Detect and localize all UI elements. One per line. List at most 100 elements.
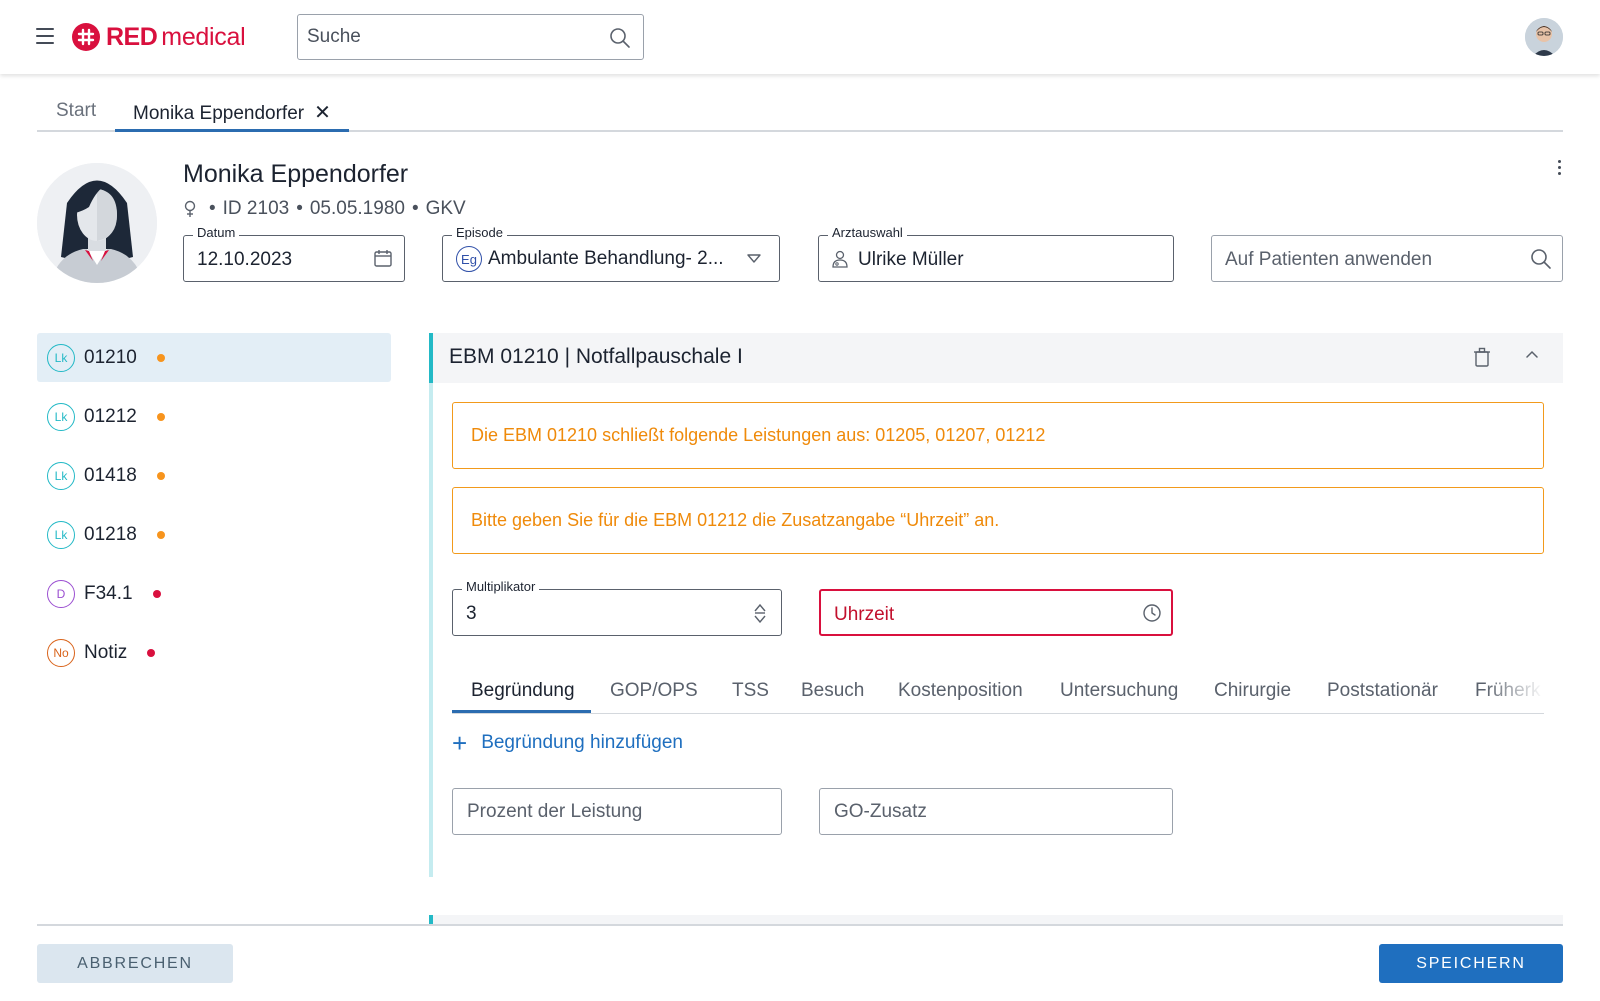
patient-meta: • ID 2103 • 05.05.1980 • GKV (183, 198, 466, 220)
service-badge: Lk (47, 343, 75, 372)
date-field-label: Datum (193, 225, 240, 240)
service-badge: Lk (47, 461, 75, 490)
warning-alert: Die EBM 01210 schließt folgende Leistung… (452, 402, 1544, 469)
cancel-button[interactable]: ABBRECHEN (37, 944, 233, 983)
patient-avatar (37, 163, 157, 283)
episode-label: Episode (452, 225, 507, 240)
calendar-icon[interactable] (373, 248, 393, 268)
service-code: 01210 (84, 346, 137, 368)
panel-header[interactable]: EBM 01210 | Notfallpauschale I (433, 333, 1563, 383)
trash-icon[interactable] (1473, 347, 1491, 367)
search-icon[interactable] (1530, 248, 1552, 270)
tab-tss[interactable]: TSS (732, 680, 769, 702)
tab-besuch[interactable]: Besuch (801, 680, 864, 702)
episode-value-wrap: Eg Ambulante Behandlung- 2... (456, 246, 724, 272)
more-options-icon[interactable] (1556, 160, 1562, 180)
multiplier-label: Multiplikator (462, 579, 540, 594)
episode-select[interactable]: Episode Eg Ambulante Behandlung- 2... (442, 225, 780, 282)
panel-title: EBM 01210 | Notfallpauschale I (449, 345, 743, 368)
detail-tabs: Begründung GOP/OPS TSS Besuch Kostenposi… (452, 676, 1544, 714)
tab-kostenposition[interactable]: Kostenposition (898, 680, 1023, 702)
tab-untersuchung[interactable]: Untersuchung (1060, 680, 1178, 702)
date-field[interactable]: Datum 12.10.2023 (183, 225, 405, 282)
close-icon[interactable]: ✕ (314, 100, 331, 125)
time-field[interactable]: Uhrzeit (819, 589, 1173, 636)
hamburger-menu-icon[interactable] (36, 28, 54, 44)
diagnosis-badge: D (47, 579, 75, 608)
service-badge: Lk (47, 402, 75, 431)
logo-mark-icon (72, 23, 100, 51)
tab-gop-ops[interactable]: GOP/OPS (610, 680, 698, 702)
global-search (297, 14, 644, 60)
patient-id: ID 2103 (222, 198, 290, 219)
tab-patient-label: Monika Eppendorfer (133, 103, 305, 124)
logo-text-light: medical (161, 22, 246, 51)
tab-chirurgie[interactable]: Chirurgie (1214, 680, 1291, 702)
save-button[interactable]: SPEICHERN (1379, 944, 1563, 983)
tab-poststationaer[interactable]: Poststationär (1327, 680, 1438, 702)
list-item[interactable]: Lk 01210 (37, 333, 391, 382)
go-zusatz-field[interactable] (819, 788, 1173, 835)
multiplier-stepper[interactable]: Multiplikator 3 (452, 579, 782, 636)
logo[interactable]: RED medical (72, 22, 246, 52)
top-bar: RED medical (0, 0, 1600, 74)
status-dot (156, 471, 165, 480)
apply-to-patient-placeholder: Auf Patienten anwenden (1225, 249, 1433, 270)
doctor-select[interactable]: Arztauswahl Ulrike Müller (818, 225, 1174, 282)
apply-to-patient-field[interactable]: Auf Patienten anwenden (1211, 235, 1563, 282)
date-value: 12.10.2023 (197, 249, 293, 270)
service-code: 01212 (84, 405, 137, 427)
chevron-down-icon[interactable] (747, 254, 761, 264)
service-code: 01218 (84, 523, 137, 545)
list-item[interactable]: Lk 01418 (37, 451, 391, 500)
patient-insurance: GKV (425, 198, 466, 219)
plus-icon: + (452, 728, 468, 758)
tab-begruendung[interactable]: Begründung (471, 680, 575, 702)
status-dot (147, 648, 156, 657)
note-label: Notiz (84, 641, 128, 663)
search-input[interactable] (298, 15, 588, 59)
female-icon (184, 200, 196, 217)
service-badge: Lk (47, 520, 75, 549)
percent-input[interactable] (453, 789, 781, 834)
stepper-arrows-icon[interactable] (753, 603, 767, 623)
go-zusatz-input[interactable] (820, 789, 1172, 834)
patient-tabs: Start Monika Eppendorfer ✕ (37, 92, 1563, 132)
episode-badge: Eg (456, 246, 482, 272)
status-dot (152, 589, 161, 598)
status-dot (156, 353, 165, 362)
logo-text-bold: RED (106, 22, 158, 51)
doctor-value: Ulrike Müller (858, 249, 964, 270)
active-tab-indicator (452, 710, 591, 713)
list-item[interactable]: Lk 01212 (37, 392, 391, 441)
user-avatar[interactable] (1525, 18, 1563, 56)
patient-name: Monika Eppendorfer (183, 160, 409, 188)
clock-icon[interactable] (1142, 603, 1162, 623)
percent-field[interactable] (452, 788, 782, 835)
multiplier-value: 3 (466, 603, 477, 624)
search-icon[interactable] (609, 27, 631, 49)
doctor-icon (832, 250, 848, 268)
episode-value: Ambulante Behandlung- 2... (488, 248, 724, 270)
service-list: Lk 01210 Lk 01212 Lk 01418 Lk 01218 D F3… (37, 333, 391, 687)
time-field-placeholder: Uhrzeit (834, 604, 895, 625)
tab-frueherkennung[interactable]: Früherk (1475, 680, 1540, 702)
chevron-up-icon[interactable] (1526, 350, 1538, 358)
doctor-label: Arztauswahl (828, 225, 907, 240)
add-reason-label: Begründung hinzufügen (481, 732, 683, 753)
service-code: 01418 (84, 464, 137, 486)
list-item[interactable]: No Notiz (37, 628, 391, 677)
add-reason-button[interactable]: + Begründung hinzufügen (452, 728, 683, 758)
list-item[interactable]: D F34.1 (37, 569, 391, 618)
footer-divider (37, 924, 1563, 926)
tab-start[interactable]: Start (56, 92, 96, 132)
patient-dob: 05.05.1980 (309, 198, 405, 219)
panel-accent-bar (429, 333, 433, 877)
status-dot (156, 412, 165, 421)
tab-patient[interactable]: Monika Eppendorfer ✕ (115, 92, 349, 132)
status-dot (156, 530, 165, 539)
warning-alert: Bitte geben Sie für die EBM 01212 die Zu… (452, 487, 1544, 554)
list-item[interactable]: Lk 01218 (37, 510, 391, 559)
diagnosis-code: F34.1 (84, 582, 133, 604)
note-badge: No (47, 638, 75, 667)
